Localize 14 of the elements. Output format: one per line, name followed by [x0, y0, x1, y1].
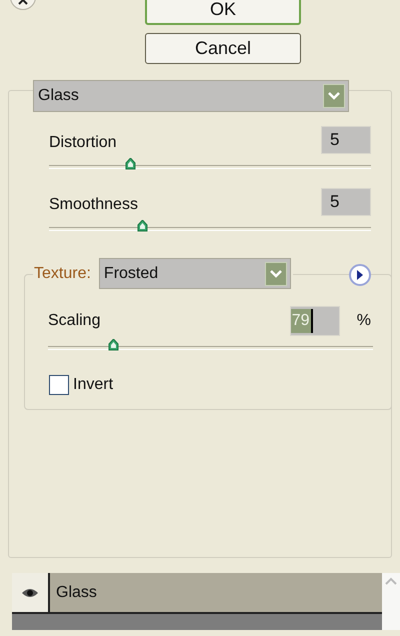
slider-label: Smoothness [49, 195, 138, 215]
ok-button[interactable]: OK [145, 0, 301, 25]
slider-label: Distortion [49, 133, 117, 153]
unit-label: % [356, 311, 371, 331]
value-field[interactable]: 5 [321, 126, 371, 154]
texture-label: Texture: [34, 264, 91, 284]
value-field[interactable]: 5 [321, 188, 371, 216]
cancel-button[interactable]: Cancel [145, 33, 301, 64]
layer-row[interactable]: Glass [12, 573, 382, 614]
dropdown[interactable]: Frosted [98, 258, 291, 289]
dropdown[interactable]: Glass [33, 80, 349, 112]
slider-label: Scaling [48, 311, 102, 331]
layer-name: Glass [55, 582, 97, 602]
checkbox-label: Invert [73, 375, 114, 395]
